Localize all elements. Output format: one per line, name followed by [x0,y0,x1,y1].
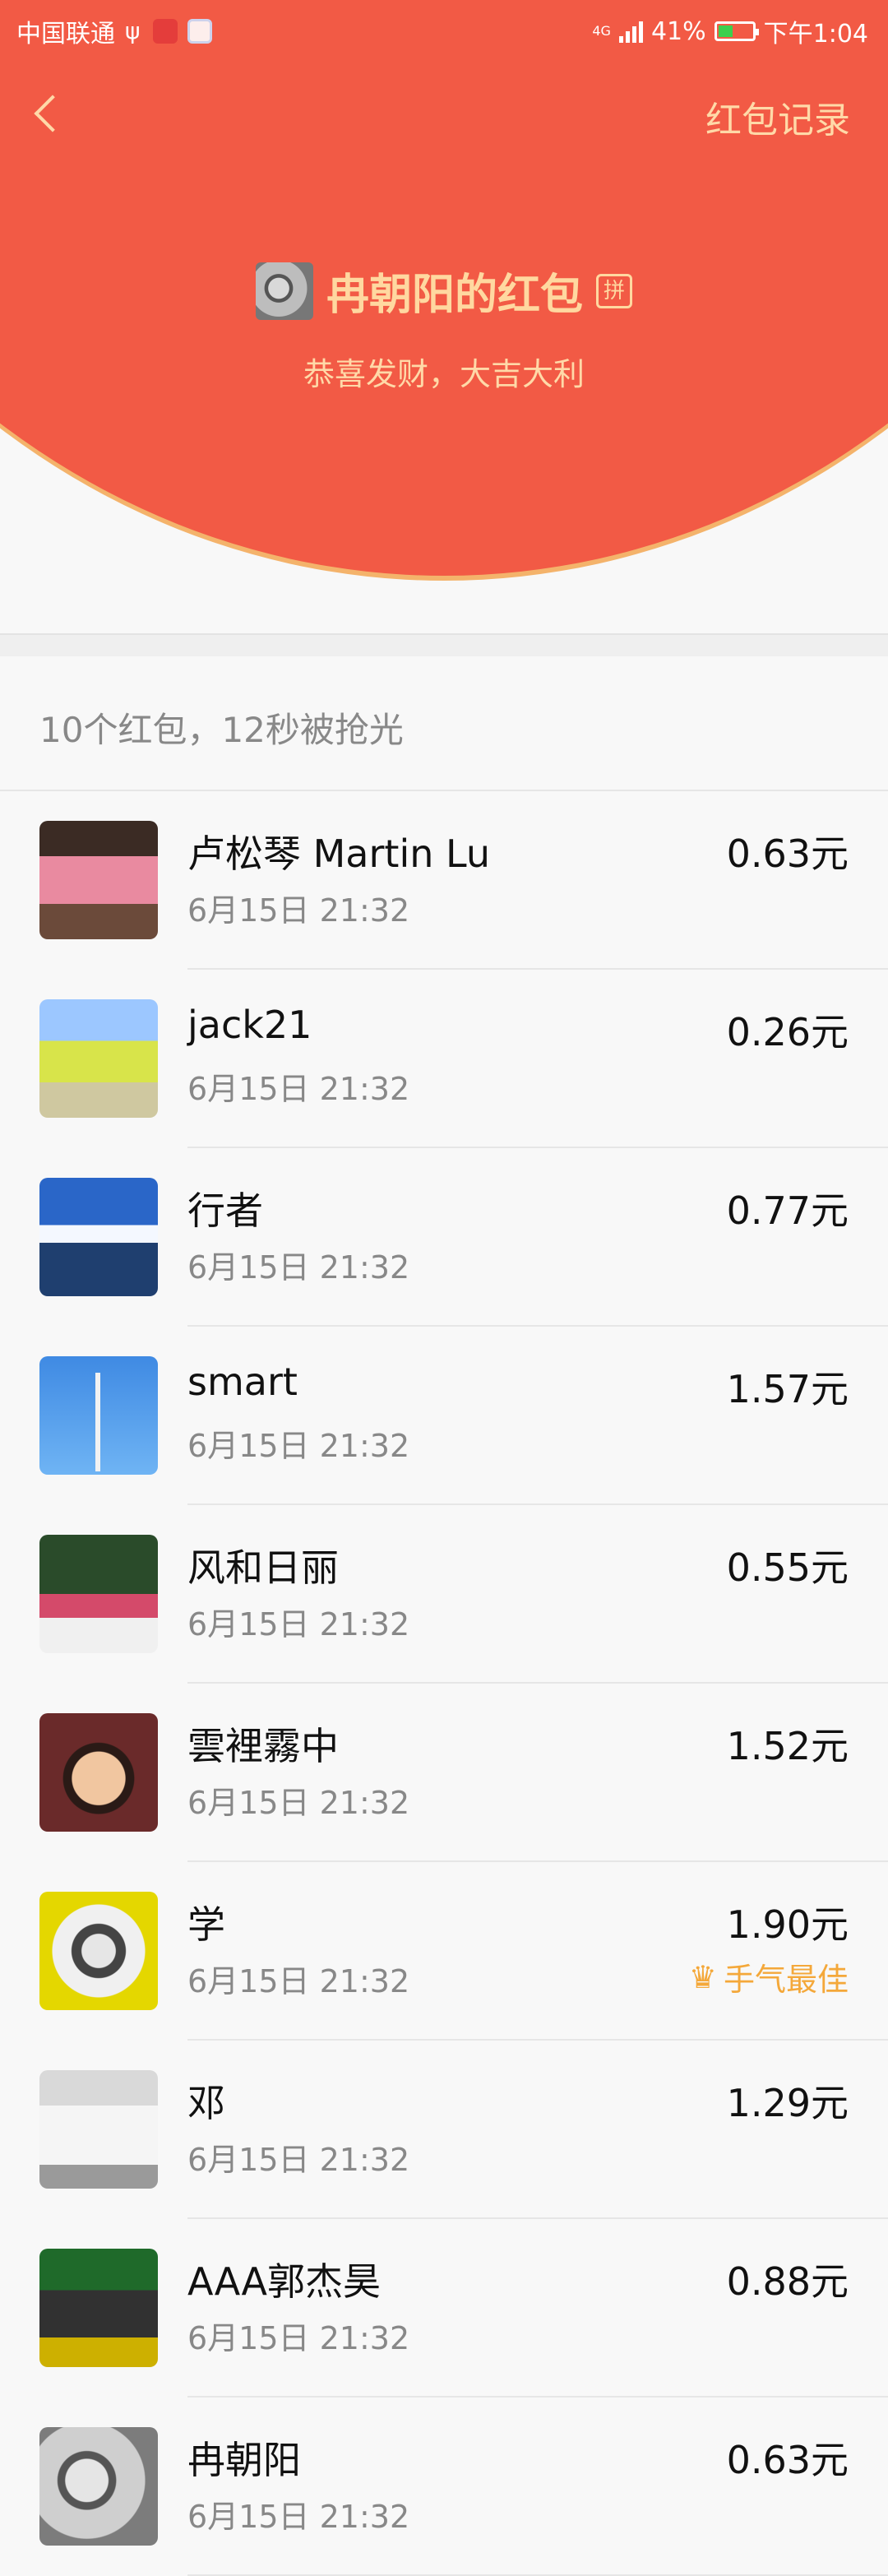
status-left: 中国联通 ψ [16,13,212,49]
recipient-name: 冉朝阳 [187,2438,301,2482]
usb-icon: ψ [125,17,141,44]
amount: 1.29元 [726,2081,849,2125]
list-item[interactable]: 冉朝阳 6月15日 21:32 0.63元 [0,2398,888,2576]
list-item[interactable]: 行者 6月15日 21:32 0.77元 [0,1148,888,1327]
list-item[interactable]: smart 6月15日 21:32 1.57元 [0,1327,888,1505]
recipient-name: 雲裡霧中 [187,1724,339,1768]
list-item[interactable]: 学 6月15日 21:32 1.90元 ♛ 手气最佳 [0,1862,888,2041]
amount: 1.57元 [726,1367,849,1411]
recipient-name: 学 [187,1902,225,1947]
list-item[interactable]: AAA郭杰昊 6月15日 21:32 0.88元 [0,2219,888,2398]
amount: 0.26元 [726,1010,849,1054]
receive-time: 6月15日 21:32 [187,1071,410,1107]
avatar[interactable] [39,2070,158,2189]
recipient-name: 风和日丽 [187,1545,339,1590]
avatar[interactable] [39,821,158,939]
amount: 0.88元 [726,2259,849,2304]
network-type: 4G [592,23,611,39]
crown-icon: ♛ [688,1958,717,1995]
avatar[interactable] [39,2427,158,2546]
summary-text: 10个红包，12秒被抢光 [39,710,404,750]
receive-time: 6月15日 21:32 [187,1428,410,1464]
records-link[interactable]: 红包记录 [705,90,850,143]
receive-time: 6月15日 21:32 [187,1785,410,1821]
best-luck-label: 手气最佳 [723,1962,849,1998]
battery-icon [714,21,759,41]
sender-name: 冉朝阳的红包 [326,271,583,320]
receive-time: 6月15日 21:32 [187,1606,410,1642]
receive-time: 6月15日 21:32 [187,892,410,929]
section-divider [0,633,888,658]
greeting-text: 恭喜发财，大吉大利 [303,356,585,392]
receive-time: 6月15日 21:32 [187,1249,410,1286]
receive-time: 6月15日 21:32 [187,2499,410,2535]
app-notification-icon [187,19,212,44]
summary-bar: 10个红包，12秒被抢光 [0,656,888,791]
sender-avatar [255,262,313,320]
list-item[interactable]: 卢松琴 Martin Lu 6月15日 21:32 0.63元 [0,791,888,970]
amount: 1.90元 [726,1902,849,1947]
list-item[interactable]: 雲裡霧中 6月15日 21:32 1.52元 [0,1684,888,1862]
recipient-name: 卢松琴 Martin Lu [187,832,490,876]
avatar[interactable] [39,1535,158,1653]
back-button[interactable] [31,90,64,140]
signal-icon [618,20,643,43]
best-luck-badge: ♛ 手气最佳 [689,1954,849,1999]
pin-badge: 拼 [596,273,633,308]
status-bar: 中国联通 ψ 4G 41% 下午1:04 [0,0,888,58]
clock: 下午1:04 [763,20,868,49]
avatar[interactable] [39,1356,158,1475]
list-item[interactable]: 风和日丽 6月15日 21:32 0.55元 [0,1505,888,1684]
recipient-name: 邓 [187,2081,225,2125]
avatar[interactable] [39,999,158,1118]
amount: 0.63元 [726,2438,849,2482]
recipient-name: 行者 [187,1188,263,1233]
list-item[interactable]: 邓 6月15日 21:32 1.29元 [0,2041,888,2219]
recipient-name: smart [187,1360,298,1404]
avatar[interactable] [39,1178,158,1296]
sender-info: 冉朝阳的红包 拼 [0,260,888,322]
recipient-list: 卢松琴 Martin Lu 6月15日 21:32 0.63元 jack21 6… [0,791,888,2576]
amount: 1.52元 [726,1724,849,1768]
recipient-name: AAA郭杰昊 [187,2259,381,2304]
receive-time: 6月15日 21:32 [187,2142,410,2178]
amount: 0.55元 [726,1545,849,1590]
recipient-name: jack21 [187,1003,312,1047]
huawei-icon [153,19,178,44]
avatar[interactable] [39,2249,158,2367]
list-item[interactable]: jack21 6月15日 21:32 0.26元 [0,970,888,1148]
carrier-label: 中国联通 [16,20,115,49]
header-section: 中国联通 ψ 4G 41% 下午1:04 红包记录 冉朝阳的红包 拼 恭喜发财，… [0,0,888,584]
avatar[interactable] [39,1892,158,2010]
battery-percent: 41% [650,16,706,46]
receive-time: 6月15日 21:32 [187,1963,410,1999]
amount: 0.63元 [726,832,849,876]
status-right: 4G 41% 下午1:04 [592,13,868,49]
avatar[interactable] [39,1713,158,1832]
receive-time: 6月15日 21:32 [187,2320,410,2356]
amount: 0.77元 [726,1188,849,1233]
